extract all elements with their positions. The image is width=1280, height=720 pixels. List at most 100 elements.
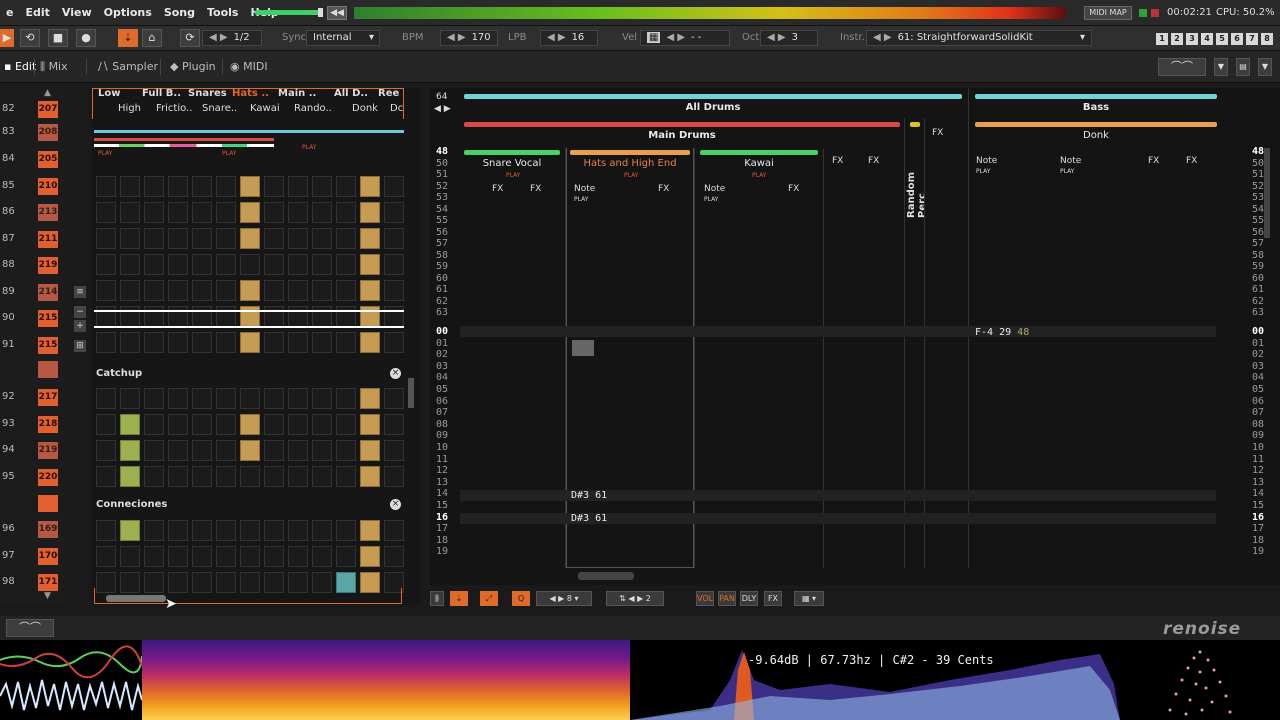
matrix-slot[interactable]	[96, 202, 116, 223]
hats-note-cell[interactable]: D#3 61	[571, 513, 607, 524]
matrix-slot[interactable]	[96, 254, 116, 275]
matrix-slot[interactable]	[240, 332, 260, 353]
automation-curve-icon[interactable]: ⌒⌒	[6, 619, 54, 637]
group-header-main-drums[interactable]: Main Drums	[464, 129, 900, 143]
matrix-slot[interactable]	[144, 176, 164, 197]
sequence-pattern-slot[interactable]: 171	[38, 574, 58, 591]
matrix-slot[interactable]	[384, 388, 404, 409]
matrix-slot[interactable]	[168, 466, 188, 487]
pattern-vscrollbar[interactable]	[1264, 148, 1270, 238]
sequence-pattern-slot[interactable]	[38, 495, 58, 512]
sequence-pattern-slot[interactable]: 210	[38, 178, 58, 195]
volume-column-toggle[interactable]: VOL	[696, 591, 714, 606]
matrix-slot[interactable]	[264, 414, 284, 435]
matrix-slot[interactable]	[360, 546, 380, 567]
matrix-slot[interactable]	[96, 228, 116, 249]
sequence-pattern-slot[interactable]: 218	[38, 416, 58, 433]
matrix-slot[interactable]	[336, 280, 356, 301]
matrix-slot[interactable]	[264, 202, 284, 223]
track-list-icon[interactable]: ⫼	[430, 591, 444, 606]
matrix-track-random[interactable]: Rando..	[294, 103, 332, 114]
delay-column-toggle[interactable]: DLY	[740, 591, 758, 606]
matrix-slot[interactable]	[216, 228, 236, 249]
matrix-slot[interactable]	[120, 202, 140, 223]
sequence-row[interactable]: 86 213	[0, 201, 64, 223]
matrix-slot[interactable]	[168, 202, 188, 223]
matrix-slot[interactable]	[144, 546, 164, 567]
matrix-slot[interactable]	[216, 520, 236, 541]
sequence-pattern-slot[interactable]: 169	[38, 521, 58, 538]
pattern-hscrollbar[interactable]	[578, 572, 634, 580]
matrix-slot[interactable]	[168, 254, 188, 275]
matrix-slot[interactable]	[168, 414, 188, 435]
matrix-slot[interactable]	[216, 202, 236, 223]
sequence-pattern-slot[interactable]: 217	[38, 389, 58, 406]
matrix-slot[interactable]	[384, 520, 404, 541]
matrix-slot[interactable]	[312, 466, 332, 487]
sequence-row[interactable]: 90 215	[0, 307, 64, 329]
sequence-row[interactable]: 87 211	[0, 228, 64, 250]
matrix-slot[interactable]	[288, 520, 308, 541]
matrix-slot[interactable]	[240, 176, 260, 197]
metronome-icon[interactable]: ⌂	[142, 29, 162, 47]
chevron-down-icon[interactable]: ▼	[1214, 58, 1228, 76]
sequence-pattern-slot[interactable]: 214	[38, 284, 58, 301]
matrix-slot[interactable]	[216, 388, 236, 409]
midi-map-button[interactable]: MIDI MAP	[1084, 6, 1132, 20]
matrix-slot[interactable]	[360, 176, 380, 197]
matrix-slot[interactable]	[240, 254, 260, 275]
sequence-pattern-slot[interactable]: 208	[38, 124, 58, 141]
group-header-bass[interactable]: Bass	[975, 101, 1217, 115]
menu-file[interactable]: e	[0, 6, 19, 19]
matrix-slot[interactable]	[312, 228, 332, 249]
matrix-slot[interactable]	[96, 414, 116, 435]
volume-arrow-icon[interactable]: ◀◀	[327, 6, 347, 20]
matrix-slot[interactable]	[192, 440, 212, 461]
matrix-slot[interactable]	[384, 228, 404, 249]
matrix-slot[interactable]	[264, 228, 284, 249]
track-button-5[interactable]: 5	[1216, 33, 1228, 45]
matrix-slot[interactable]	[120, 440, 140, 461]
stop-icon[interactable]: ■	[48, 29, 68, 47]
matrix-slot[interactable]	[216, 280, 236, 301]
matrix-slot[interactable]	[192, 520, 212, 541]
track-header-kawai[interactable]: Kawai	[700, 157, 818, 171]
volume-knob[interactable]	[318, 8, 323, 17]
scroll-up-icon[interactable]: ▲	[44, 88, 51, 98]
matrix-slot[interactable]	[264, 546, 284, 567]
matrix-slot[interactable]	[216, 466, 236, 487]
matrix-slot[interactable]	[264, 520, 284, 541]
track-button-6[interactable]: 6	[1231, 33, 1243, 45]
matrix-slot[interactable]	[336, 202, 356, 223]
matrix-slot[interactable]	[288, 228, 308, 249]
matrix-slot[interactable]	[360, 388, 380, 409]
step-length-field[interactable]: ◀ ▶ 8 ▾	[536, 591, 592, 606]
matrix-slot[interactable]	[336, 254, 356, 275]
matrix-track-high[interactable]: High	[118, 103, 141, 114]
sequence-row[interactable]: 91 215	[0, 334, 64, 356]
matrix-slot[interactable]	[240, 388, 260, 409]
close-icon[interactable]: ×	[390, 368, 401, 379]
matrix-slot[interactable]	[288, 466, 308, 487]
matrix-slot[interactable]	[168, 440, 188, 461]
track-header-random-perc[interactable]: Random Perc	[906, 148, 928, 218]
matrix-slot[interactable]	[336, 332, 356, 353]
matrix-slot[interactable]	[336, 466, 356, 487]
matrix-slot[interactable]	[384, 202, 404, 223]
matrix-slot[interactable]	[288, 414, 308, 435]
matrix-slot[interactable]	[192, 414, 212, 435]
matrix-slot[interactable]	[264, 388, 284, 409]
matrix-slot[interactable]	[336, 228, 356, 249]
pattern-loop-icon[interactable]: ⟳	[180, 29, 200, 47]
bpm-field[interactable]: ◀ ▶ 170	[440, 30, 498, 46]
matrix-slot[interactable]	[144, 414, 164, 435]
matrix-slot[interactable]	[288, 332, 308, 353]
matrix-slot[interactable]	[312, 332, 332, 353]
matrix-track-donk[interactable]: Donk	[352, 103, 378, 114]
matrix-slot[interactable]	[168, 388, 188, 409]
tab-midi[interactable]: ◉ MIDI	[230, 60, 268, 73]
matrix-slot[interactable]	[192, 280, 212, 301]
matrix-slot[interactable]	[120, 280, 140, 301]
matrix-slot[interactable]	[312, 388, 332, 409]
sequence-pattern-slot[interactable]	[38, 361, 58, 378]
